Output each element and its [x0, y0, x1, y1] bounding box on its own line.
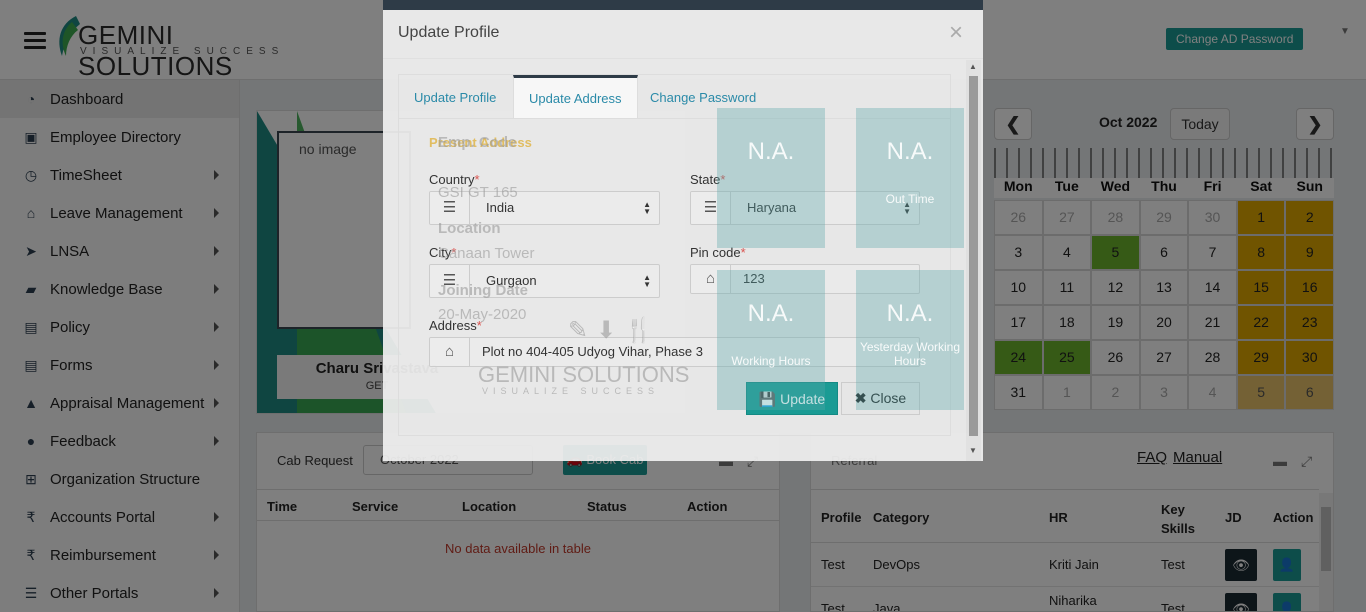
select-caret-icon: ▲ ▼	[643, 200, 651, 216]
country-select[interactable]: ☰ India ▲ ▼	[429, 191, 660, 225]
country-value: India	[486, 200, 515, 215]
attendance-tile: N.A. Out Time	[856, 108, 964, 248]
present-address-title: Present Address	[429, 135, 532, 150]
modal-scrollbar[interactable]: ▲ ▼	[966, 60, 981, 461]
list-icon: ☰	[430, 192, 470, 224]
scroll-down-icon[interactable]: ▼	[969, 446, 977, 455]
tile-label: Working Hours	[731, 354, 811, 368]
attendance-tile: N.A.	[717, 108, 825, 248]
tile-value: N.A.	[747, 138, 795, 165]
select-caret-icon: ▲ ▼	[643, 273, 651, 289]
tab-update-address[interactable]: Update Address	[513, 75, 638, 119]
tile-value: N.A.	[886, 138, 934, 165]
modal-top-bar	[383, 0, 983, 10]
address-input[interactable]: ⌂ Plot no 404-405 Udyog Vihar, Phase 3	[429, 337, 920, 367]
scroll-up-icon[interactable]: ▲	[969, 62, 977, 71]
city-select[interactable]: ☰ Gurgaon ▲ ▼	[429, 264, 660, 298]
address-value: Plot no 404-405 Udyog Vihar, Phase 3	[482, 344, 703, 359]
address-label: Address*	[429, 318, 482, 333]
tile-label: Yesterday Working Hours	[859, 340, 961, 368]
home-icon: ⌂	[430, 338, 470, 366]
scrollbar-thumb[interactable]	[969, 76, 978, 436]
close-icon[interactable]: ×	[949, 20, 963, 46]
modal-header-divider	[383, 58, 983, 59]
city-value: Gurgaon	[486, 273, 537, 288]
modal-title: Update Profile	[398, 24, 500, 41]
tile-value: N.A.	[886, 300, 934, 327]
attendance-tile: N.A. Yesterday Working Hours	[856, 270, 964, 410]
city-label: City*	[429, 245, 457, 260]
attendance-tile: N.A. Working Hours	[717, 270, 825, 410]
tab-update-profile[interactable]: Update Profile	[399, 75, 511, 119]
list-icon: ☰	[430, 265, 470, 297]
tile-value: N.A.	[747, 300, 795, 327]
country-label: Country*	[429, 172, 480, 187]
tile-label: Out Time	[885, 192, 935, 206]
